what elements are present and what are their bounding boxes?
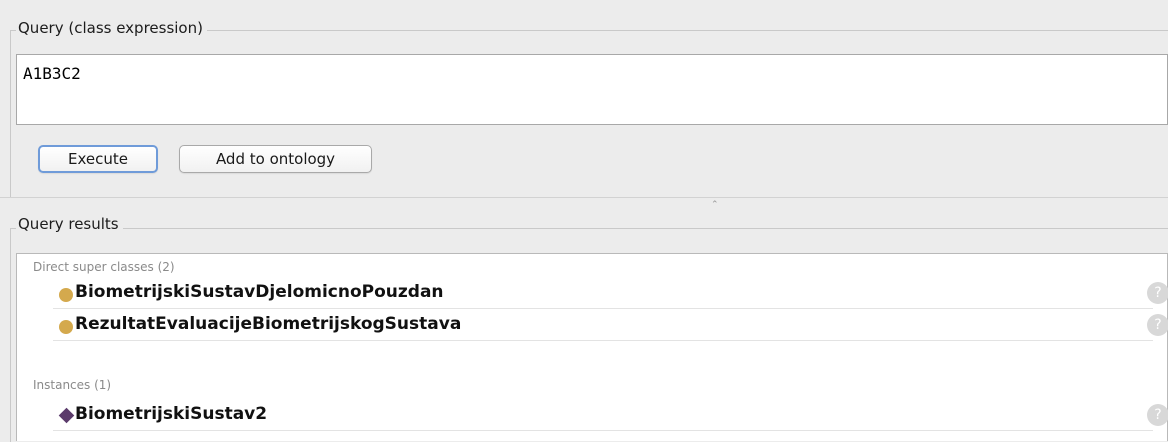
class-expression-input[interactable]: A1B3C2 bbox=[16, 54, 1168, 125]
list-item[interactable]: BiometrijskiSustavDjelomicnoPouzdan ? bbox=[53, 278, 1168, 309]
list-item[interactable]: RezultatEvaluacijeBiometrijskogSustava ? bbox=[53, 310, 1168, 341]
list-item[interactable]: BiometrijskiSustav2 ? bbox=[53, 400, 1168, 431]
query-results-list: Direct super classes (2) BiometrijskiSus… bbox=[16, 253, 1168, 441]
help-icon[interactable]: ? bbox=[1147, 282, 1168, 304]
add-to-ontology-button[interactable]: Add to ontology bbox=[179, 145, 372, 173]
direct-super-classes-label: Direct super classes (2) bbox=[33, 260, 175, 274]
query-legend: Query (class expression) bbox=[16, 18, 207, 38]
entity-name: RezultatEvaluacijeBiometrijskogSustava bbox=[75, 314, 462, 334]
entity-name: BiometrijskiSustav2 bbox=[75, 404, 268, 424]
help-icon[interactable]: ? bbox=[1147, 404, 1168, 426]
split-grip-icon[interactable]: ⌃ bbox=[711, 200, 719, 210]
class-icon bbox=[59, 320, 73, 334]
class-icon bbox=[59, 288, 73, 302]
split-divider[interactable] bbox=[0, 197, 1168, 198]
entity-name: BiometrijskiSustavDjelomicnoPouzdan bbox=[75, 282, 444, 302]
execute-button[interactable]: Execute bbox=[38, 145, 158, 173]
instances-label: Instances (1) bbox=[33, 378, 112, 392]
results-legend: Query results bbox=[16, 214, 123, 234]
individual-icon bbox=[58, 407, 75, 424]
help-icon[interactable]: ? bbox=[1147, 314, 1168, 336]
